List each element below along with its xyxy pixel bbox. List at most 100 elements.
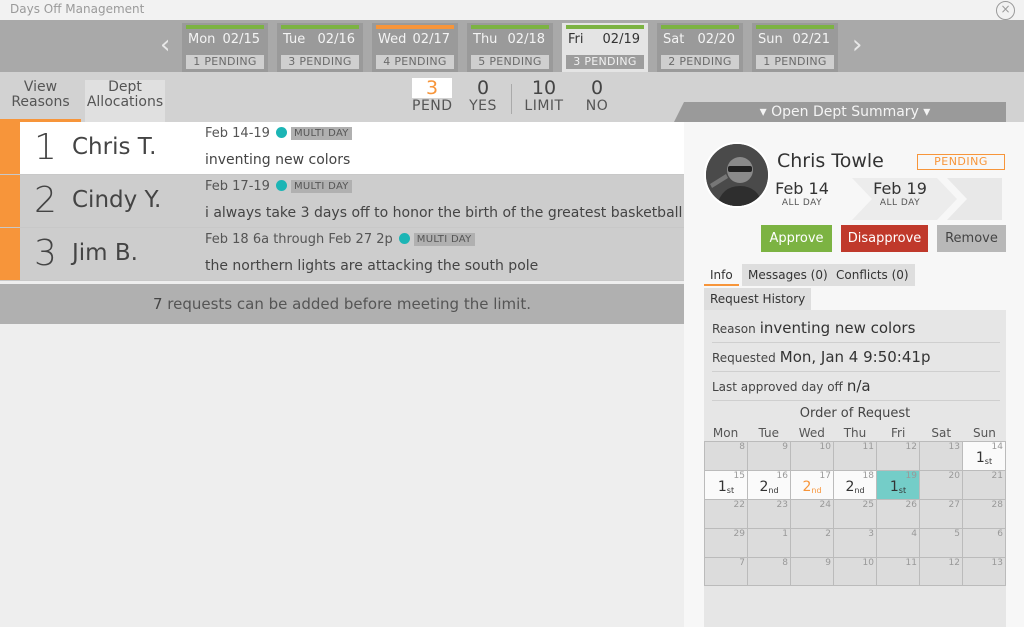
reason-row: Reason inventing new colors xyxy=(712,318,1000,343)
calendar-weekday: Wed xyxy=(798,426,825,440)
calendar-day[interactable]: 15 1st xyxy=(704,471,747,499)
request-dates-line: Feb 18 6a through Feb 27 2p MULTI DAY xyxy=(205,232,475,247)
stat-no[interactable]: 0 NO xyxy=(580,78,614,114)
day-pending-count: 3 PENDING xyxy=(566,55,644,69)
request-order-number: 1 xyxy=(975,450,985,466)
calendar-header: Mon Tue Wed Thu Fri Sat Sun xyxy=(704,425,1006,441)
calendar-day[interactable]: 9 xyxy=(790,558,833,585)
day-tab-fri[interactable]: Fri 02/19 3 PENDING xyxy=(562,23,648,72)
calendar-day[interactable]: 27 xyxy=(919,500,962,528)
request-order-suffix: st xyxy=(726,486,735,495)
tab-messages[interactable]: Messages (0) xyxy=(742,264,834,286)
tab-info[interactable]: Info xyxy=(704,264,739,286)
calendar-day[interactable]: 23 xyxy=(747,500,790,528)
calendar-day[interactable]: 12 xyxy=(876,442,919,470)
calendar-day[interactable]: 7 xyxy=(704,558,747,585)
calendar-day[interactable]: 28 xyxy=(962,500,1006,528)
calendar-day[interactable]: 22 xyxy=(704,500,747,528)
info-box: Reason inventing new colors Requested Mon,… xyxy=(704,310,1006,627)
limit-note-count: 7 xyxy=(152,295,163,313)
request-row[interactable]: 1 Chris T. Feb 14-19 MULTI DAY inventing new… xyxy=(0,122,684,175)
calendar-day[interactable]: 1 xyxy=(747,529,790,557)
tab-request-history[interactable]: Request History xyxy=(704,288,812,310)
next-week-icon[interactable]: › xyxy=(852,32,862,58)
reason-label: Reason xyxy=(712,322,756,336)
calendar-day[interactable]: 8 xyxy=(747,558,790,585)
calendar-day[interactable]: 13 xyxy=(962,558,1006,585)
day-pending-count: 5 PENDING xyxy=(471,55,549,69)
calendar-day[interactable]: 10 xyxy=(833,558,876,585)
day-tab-wed[interactable]: Wed 02/17 4 PENDING xyxy=(372,23,458,72)
calendar-day[interactable]: 19 1st xyxy=(876,471,919,499)
request-name: Jim B. xyxy=(72,240,138,266)
stat-limit-value: 10 xyxy=(531,77,557,99)
status-dot-icon xyxy=(275,127,287,138)
calendar-day[interactable]: 10 xyxy=(790,442,833,470)
calendar-day[interactable]: 4 xyxy=(876,529,919,557)
day-pending-count: 4 PENDING xyxy=(376,55,454,69)
day-tab-tue[interactable]: Tue 02/16 3 PENDING xyxy=(277,23,363,72)
request-row[interactable]: 2 Cindy Y. Feb 17-19 MULTI DAY i always take… xyxy=(0,175,684,228)
calendar-day[interactable]: 13 xyxy=(919,442,962,470)
limit-note: 7 requests can be added before meeting t… xyxy=(0,284,684,324)
calendar-day[interactable]: 3 xyxy=(833,529,876,557)
order-calendar: Mon Tue Wed Thu Fri Sat Sun 8 9 10 11 12 13 14 1st 15 1s… xyxy=(704,425,1006,586)
day-tab-mon[interactable]: Mon 02/15 1 PENDING xyxy=(182,23,268,72)
calendar-day-number: 9 xyxy=(782,442,788,452)
disapprove-button[interactable]: Disapprove xyxy=(841,225,928,252)
tab-view-reasons[interactable]: View Reasons xyxy=(0,80,81,122)
multi-day-tag: MULTI DAY xyxy=(413,233,475,246)
request-row[interactable]: 3 Jim B. Feb 18 6a through Feb 27 2p MULTI … xyxy=(0,228,684,281)
calendar-day[interactable]: 6 xyxy=(962,529,1006,557)
calendar-day[interactable]: 17 2nd xyxy=(790,471,833,499)
calendar-week: 29 1 2 3 4 5 6 xyxy=(704,528,1006,557)
tab-dept-allocations[interactable]: Dept Allocations xyxy=(85,80,165,122)
calendar-day[interactable]: 11 xyxy=(833,442,876,470)
multi-day-tag: MULTI DAY xyxy=(290,180,352,193)
calendar-day[interactable]: 29 xyxy=(704,529,747,557)
calendar-day[interactable]: 26 xyxy=(876,500,919,528)
calendar-day[interactable]: 20 xyxy=(919,471,962,499)
calendar-day[interactable]: 25 xyxy=(833,500,876,528)
remove-button[interactable]: Remove xyxy=(937,225,1006,252)
stat-yes[interactable]: 0 YES xyxy=(466,78,500,114)
day-pending-count: 1 PENDING xyxy=(186,55,264,69)
calendar-day-number: 7 xyxy=(739,558,745,568)
calendar-day[interactable]: 18 2nd xyxy=(833,471,876,499)
calendar-day[interactable]: 16 2nd xyxy=(747,471,790,499)
request-detail-panel: Chris Towle PENDING Feb 14 ALL DAY Feb 1… xyxy=(684,122,1024,627)
request-order: 1st xyxy=(877,479,919,495)
calendar-day-number: 8 xyxy=(782,558,788,568)
calendar-day-number: 13 xyxy=(991,558,1003,568)
tab-conflicts[interactable]: Conflicts (0) xyxy=(830,264,915,286)
stat-pend[interactable]: 3 PEND xyxy=(412,78,452,114)
calendar-day[interactable]: 8 xyxy=(704,442,747,470)
calendar-day[interactable]: 5 xyxy=(919,529,962,557)
open-dept-summary-button[interactable]: ▾ Open Dept Summary ▾ xyxy=(674,102,1006,122)
prev-week-icon[interactable]: ‹ xyxy=(160,32,170,58)
calendar-day-number: 12 xyxy=(948,558,960,568)
calendar-day[interactable]: 2 xyxy=(790,529,833,557)
request-order-number: 1 xyxy=(717,479,727,495)
day-tab-sat[interactable]: Sat 02/20 2 PENDING xyxy=(657,23,743,72)
calendar-day-number: 24 xyxy=(819,500,831,510)
request-order-suffix: nd xyxy=(854,486,865,495)
calendar-day[interactable]: 11 xyxy=(876,558,919,585)
range-start-sub: ALL DAY xyxy=(781,198,823,208)
calendar-day[interactable]: 12 xyxy=(919,558,962,585)
calendar-day[interactable]: 9 xyxy=(747,442,790,470)
day-name: Thu xyxy=(473,32,498,47)
day-tab-sun[interactable]: Sun 02/21 1 PENDING xyxy=(752,23,838,72)
calendar-day-number: 28 xyxy=(991,500,1003,510)
calendar-day[interactable]: 21 xyxy=(962,471,1006,499)
tab-view-reasons-label: View Reasons xyxy=(11,79,70,110)
close-icon[interactable]: × xyxy=(996,1,1015,20)
day-name: Sat xyxy=(663,32,685,47)
pending-marker xyxy=(0,175,20,227)
calendar-day[interactable]: 14 1st xyxy=(962,442,1006,470)
order-of-request-title: Order of Request xyxy=(799,406,911,421)
calendar-day[interactable]: 24 xyxy=(790,500,833,528)
approve-button[interactable]: Approve xyxy=(761,225,832,252)
request-dates-line: Feb 14-19 MULTI DAY xyxy=(205,126,352,141)
day-tab-thu[interactable]: Thu 02/18 5 PENDING xyxy=(467,23,553,72)
